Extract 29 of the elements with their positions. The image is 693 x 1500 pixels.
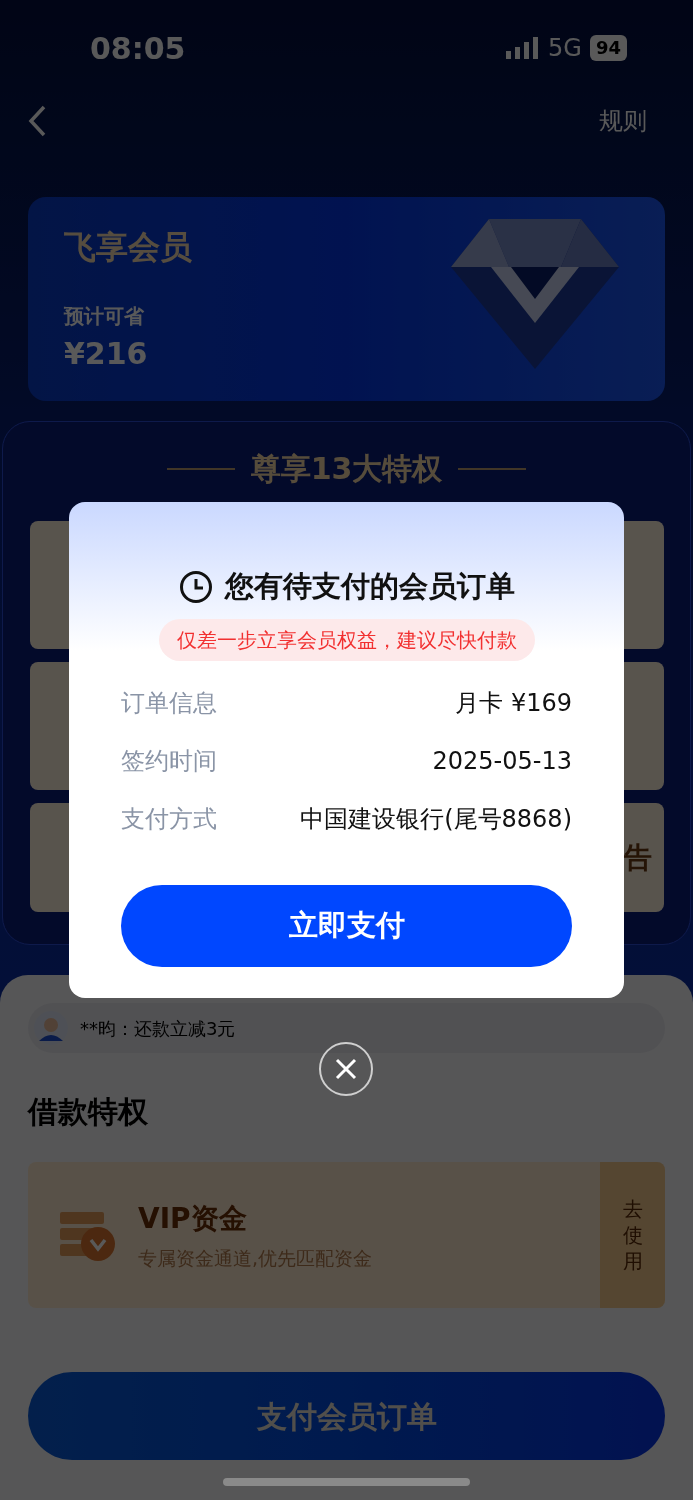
back-icon[interactable] — [26, 104, 48, 138]
row-value: 月卡 ¥169 — [455, 687, 572, 719]
card-title: VIP资金 — [138, 1200, 248, 1237]
row-label: 支付方式 — [121, 803, 217, 835]
savings-amount: ¥216 — [64, 335, 149, 373]
row-value: 中国建设银行(尾号8868) — [300, 803, 572, 835]
row-value: 2025-05-13 — [432, 745, 572, 777]
row-label: 订单信息 — [121, 687, 217, 719]
row-label: 签约时间 — [121, 745, 217, 777]
savings-label: 预计可省 — [64, 303, 145, 330]
ticker-text: **昀：还款立减3元 — [80, 1016, 236, 1041]
section-title: 借款特权 — [28, 1093, 149, 1131]
dialog-title: 您有待支付的会员订单 — [224, 568, 515, 605]
tile-label: 告 — [624, 839, 652, 876]
rules-link[interactable]: 规则 — [599, 103, 667, 139]
notice-pill: 仅差一步立享会员权益，建议尽快付款 — [158, 618, 535, 661]
close-icon — [335, 1058, 357, 1080]
diamond-icon — [451, 219, 619, 369]
clock-icon — [178, 569, 213, 604]
pay-order-button[interactable]: 支付会员订单 — [28, 1372, 665, 1460]
network-label: 5G — [548, 33, 582, 64]
member-title: 飞享会员 — [64, 227, 192, 268]
pay-now-button[interactable]: 立即支付 — [121, 884, 572, 967]
use-button[interactable]: 去使用 — [600, 1162, 665, 1308]
close-button[interactable] — [319, 1042, 373, 1096]
battery-indicator: 94 — [589, 35, 627, 61]
signal-icon — [506, 37, 541, 59]
status-time: 08:05 — [90, 29, 186, 68]
privileges-title: 尊享13大特权 — [250, 450, 443, 488]
